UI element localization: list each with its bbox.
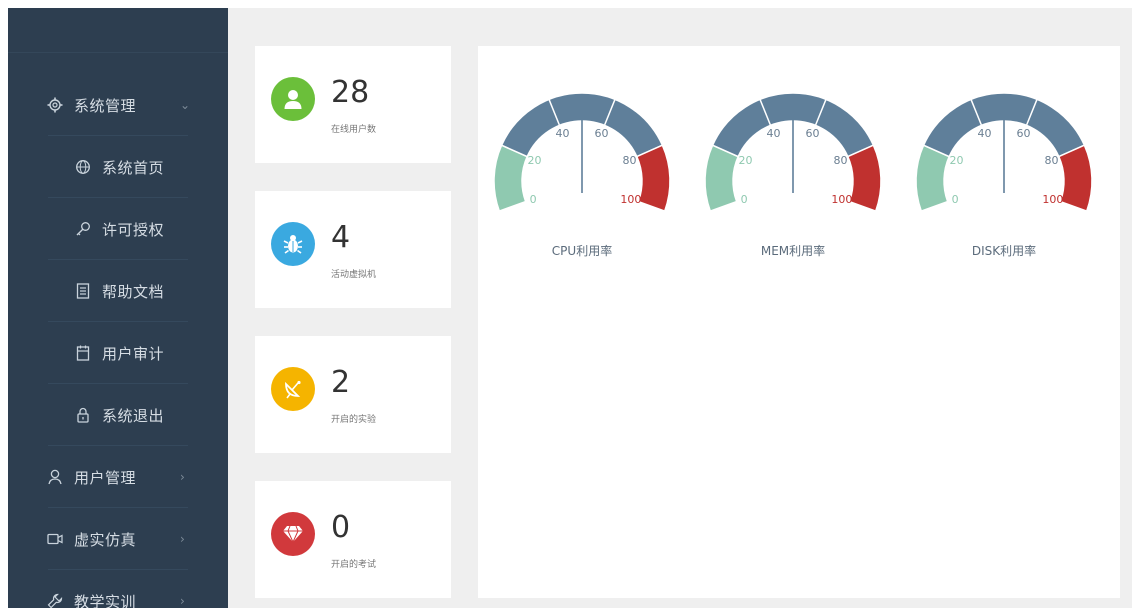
gauge-tick-label: 100: [620, 193, 641, 206]
chevron-down-icon: ⌄: [180, 98, 191, 112]
gauge-chart: 0 20 40 60 80 100: [493, 92, 671, 213]
wrench-icon: [46, 592, 64, 608]
gauge-tick-label: 60: [1016, 127, 1030, 140]
stat-icon-circle: [271, 222, 315, 266]
stat-label: 开启的考试: [331, 560, 377, 570]
stat-icon-circle: [271, 367, 315, 411]
chevron-right-icon: ›: [180, 594, 185, 608]
gauge-tick-label: 100: [1042, 193, 1063, 206]
stat-value: 2: [331, 365, 351, 400]
sidebar-item-label: 帮助文档: [102, 282, 165, 301]
calendar-icon: [74, 344, 92, 362]
document-icon: [74, 282, 92, 300]
gauge-chart: 0 20 40 60 80 100: [915, 92, 1093, 213]
bug-icon: [283, 235, 303, 254]
user-icon: [284, 90, 302, 109]
sidebar-item-help-docs[interactable]: 帮助文档: [8, 260, 228, 322]
gauge-cpu: 0 20 40 60 80 100 CPU利用率: [490, 56, 674, 258]
sidebar: 系统管理 ⌄ 系统首页 许可授权 帮助文档 用户审计 系统退出 用户管理 › 虚…: [8, 8, 228, 608]
gauge-tick-label: 40: [556, 127, 570, 140]
chevron-right-icon: ›: [180, 470, 185, 484]
sidebar-item-label: 虚实仿真: [74, 530, 137, 549]
gauge-tick-label: 20: [527, 154, 541, 167]
gauge-mem: 0 20 40 60 80 100 MEM利用率: [701, 56, 885, 258]
chevron-right-icon: ›: [180, 532, 185, 546]
gauge-chart: 0 20 40 60 80 100: [704, 92, 882, 213]
gauge-tick-label: 40: [978, 127, 992, 140]
sidebar-item-teaching-training[interactable]: 教学实训 ›: [8, 570, 228, 608]
sidebar-item-home[interactable]: 系统首页: [8, 136, 228, 198]
gauge-band-high: [635, 144, 671, 213]
stat-card-open-experiments[interactable]: 2 开启的实验: [255, 336, 451, 453]
globe-icon: [74, 158, 92, 176]
gauge-tick-label: 20: [949, 154, 963, 167]
sidebar-item-logout[interactable]: 系统退出: [8, 384, 228, 446]
stat-card-active-vms[interactable]: 4 活动虚拟机: [255, 191, 451, 308]
gauge-title: CPU利用率: [551, 244, 613, 258]
stat-card-online-users[interactable]: 28 在线用户数: [255, 46, 451, 163]
sidebar-item-virtual-simulation[interactable]: 虚实仿真 ›: [8, 508, 228, 570]
gauge-panel: 0 20 40 60 80 100 CPU利用率 0 20 40 60 80 100 MEM利用率 …: [478, 46, 1120, 598]
stat-label: 开启的实验: [331, 415, 377, 425]
lock-icon: [74, 406, 92, 424]
gauge-tick-label: 100: [831, 193, 852, 206]
app-frame: 系统管理 ⌄ 系统首页 许可授权 帮助文档 用户审计 系统退出 用户管理 › 虚…: [8, 8, 1132, 608]
key-icon: [74, 220, 92, 238]
gauge-tick-label: 80: [623, 154, 637, 167]
stat-value: 0: [331, 510, 351, 545]
gauge-tick-label: 40: [767, 127, 781, 140]
satellite-dish-icon: [285, 380, 301, 399]
gear-icon: [46, 96, 64, 114]
gauge-tick-label: 0: [741, 193, 748, 206]
sidebar-item-label: 教学实训: [74, 592, 137, 608]
user-icon: [46, 468, 64, 486]
sidebar-item-label: 用户管理: [74, 468, 137, 487]
gauge-tick-label: 0: [952, 193, 959, 206]
sidebar-item-license[interactable]: 许可授权: [8, 198, 228, 260]
gauge-tick-label: 20: [738, 154, 752, 167]
gauge-band-high: [846, 144, 882, 213]
sidebar-item-label: 系统首页: [102, 158, 165, 177]
gauge-tick-label: 60: [805, 127, 819, 140]
gauge-title: DISK利用率: [971, 244, 1037, 258]
stat-value: 4: [331, 220, 351, 255]
sidebar-item-user-audit[interactable]: 用户审计: [8, 322, 228, 384]
diamond-icon: [283, 525, 303, 544]
stat-label: 在线用户数: [331, 125, 377, 135]
gauge-tick-label: 60: [594, 127, 608, 140]
video-icon: [46, 530, 64, 548]
sidebar-item-label: 用户审计: [102, 344, 165, 363]
gauge-disk: 0 20 40 60 80 100 DISK利用率: [912, 56, 1096, 258]
stat-value: 28: [331, 75, 370, 110]
gauge-title: MEM利用率: [760, 244, 826, 258]
sidebar-item-label: 系统管理: [74, 96, 137, 115]
gauge-band-high: [1057, 144, 1093, 213]
sidebar-item-label: 许可授权: [102, 220, 165, 239]
sidebar-item-user-management[interactable]: 用户管理 ›: [8, 446, 228, 508]
stat-icon-circle: [271, 512, 315, 556]
gauge-tick-label: 80: [1045, 154, 1059, 167]
sidebar-item-label: 系统退出: [102, 406, 165, 425]
gauge-tick-label: 0: [530, 193, 537, 206]
gauge-tick-label: 80: [834, 154, 848, 167]
stat-label: 活动虚拟机: [331, 270, 377, 280]
stat-icon-circle: [271, 77, 315, 121]
sidebar-item-system-management[interactable]: 系统管理 ⌄: [8, 74, 228, 136]
sidebar-header: [8, 8, 228, 53]
stat-card-open-exams[interactable]: 0 开启的考试: [255, 481, 451, 598]
